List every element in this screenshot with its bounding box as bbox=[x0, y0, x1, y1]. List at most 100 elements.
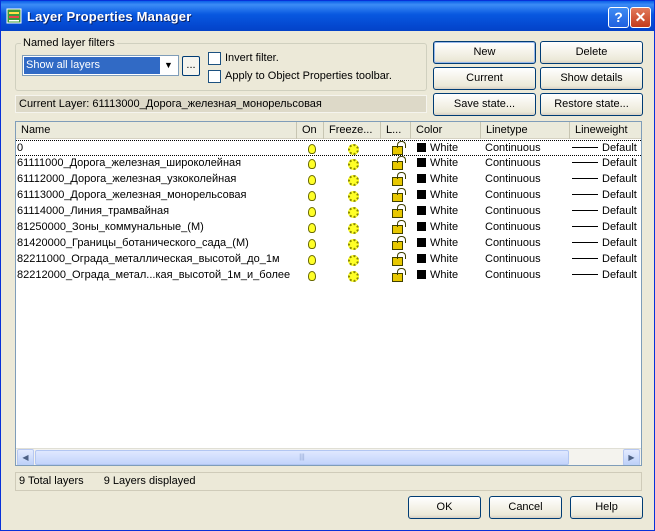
layer-lock-toggle[interactable] bbox=[391, 172, 409, 188]
current-button[interactable]: Current bbox=[433, 67, 536, 90]
layer-lineweight[interactable]: Default bbox=[571, 268, 641, 284]
layer-color[interactable]: White bbox=[416, 220, 482, 236]
help-title-button[interactable]: ? bbox=[608, 7, 629, 28]
layer-freeze-toggle[interactable] bbox=[347, 220, 365, 236]
table-row[interactable]: 0 White Continuous Default bbox=[16, 140, 641, 157]
layer-freeze-toggle[interactable] bbox=[347, 204, 365, 220]
layer-on-toggle[interactable] bbox=[307, 156, 321, 172]
table-row[interactable]: 61113000_Дорога_железная_монорельсовая Wh… bbox=[16, 188, 641, 204]
layer-linetype[interactable]: Continuous bbox=[484, 172, 570, 188]
layer-on-toggle[interactable] bbox=[307, 268, 321, 284]
layer-lineweight[interactable]: Default bbox=[571, 141, 641, 157]
layer-freeze-toggle[interactable] bbox=[347, 252, 365, 268]
layer-freeze-toggle[interactable] bbox=[347, 188, 365, 204]
layer-lock-toggle[interactable] bbox=[391, 268, 409, 284]
table-row[interactable]: 81250000_Зоны_коммунальные_(M) White Conti… bbox=[16, 220, 641, 236]
layer-lock-toggle[interactable] bbox=[391, 220, 409, 236]
layer-color[interactable]: White bbox=[416, 268, 482, 284]
ok-button[interactable]: OK bbox=[408, 496, 481, 519]
layer-linetype[interactable]: Continuous bbox=[484, 188, 570, 204]
layer-color[interactable]: White bbox=[416, 172, 482, 188]
layer-list[interactable]: Name On Freeze... L... Color Linetype Li… bbox=[15, 121, 642, 466]
layer-color-name: White bbox=[430, 237, 459, 249]
column-header-on[interactable]: On bbox=[297, 122, 324, 139]
layer-freeze-toggle[interactable] bbox=[347, 141, 365, 157]
layer-lineweight[interactable]: Default bbox=[571, 236, 641, 252]
column-header-lock[interactable]: L... bbox=[381, 122, 411, 139]
layer-lock-toggle[interactable] bbox=[391, 204, 409, 220]
layer-lineweight[interactable]: Default bbox=[571, 156, 641, 172]
save-state-button[interactable]: Save state... bbox=[433, 93, 536, 116]
column-header-lineweight[interactable]: Lineweight bbox=[570, 122, 641, 139]
table-row[interactable]: 61111000_Дорога_железная_широколейная Whi… bbox=[16, 156, 641, 172]
layer-linetype[interactable]: Continuous bbox=[484, 156, 570, 172]
layer-lineweight[interactable]: Default bbox=[571, 188, 641, 204]
layer-linetype[interactable]: Continuous bbox=[484, 141, 570, 157]
layer-on-toggle[interactable] bbox=[307, 252, 321, 268]
table-row[interactable]: 81420000_Границы_ботанического_сада_(M) W… bbox=[16, 236, 641, 252]
layer-color[interactable]: White bbox=[416, 188, 482, 204]
layer-linetype[interactable]: Continuous bbox=[484, 252, 570, 268]
layer-color[interactable]: White bbox=[416, 252, 482, 268]
delete-button[interactable]: Delete bbox=[540, 41, 643, 64]
layer-lineweight[interactable]: Default bbox=[571, 220, 641, 236]
column-header-freeze[interactable]: Freeze... bbox=[324, 122, 381, 139]
column-header-linetype[interactable]: Linetype bbox=[481, 122, 570, 139]
layer-name: 81420000_Границы_ботанического_сада_(M) bbox=[17, 237, 249, 249]
column-header-name[interactable]: Name bbox=[16, 122, 297, 139]
column-header-color[interactable]: Color bbox=[411, 122, 481, 139]
layer-on-toggle[interactable] bbox=[307, 204, 321, 220]
layer-color[interactable]: White bbox=[416, 141, 482, 157]
table-row[interactable]: 61112000_Дорога_железная_узкоколейная Whi… bbox=[16, 172, 641, 188]
new-button[interactable]: New bbox=[433, 41, 536, 64]
horizontal-scrollbar[interactable]: ◀ ||| ▶ bbox=[16, 448, 641, 465]
chevron-down-icon[interactable]: ▼ bbox=[160, 57, 177, 74]
status-bar: 9 Total layers 9 Layers displayed bbox=[15, 472, 642, 491]
layer-lock-toggle[interactable] bbox=[391, 236, 409, 252]
restore-state-button[interactable]: Restore state... bbox=[540, 93, 643, 116]
close-button[interactable]: ✕ bbox=[630, 7, 651, 28]
color-swatch bbox=[417, 270, 426, 279]
scroll-thumb[interactable]: ||| bbox=[35, 450, 569, 465]
table-row[interactable]: 61114000_Линия_трамвайная White Continuous… bbox=[16, 204, 641, 220]
layer-freeze-toggle[interactable] bbox=[347, 236, 365, 252]
layer-linetype[interactable]: Continuous bbox=[484, 204, 570, 220]
filter-browse-button[interactable]: ... bbox=[182, 56, 200, 76]
layer-on-toggle[interactable] bbox=[307, 188, 321, 204]
layer-freeze-toggle[interactable] bbox=[347, 268, 365, 284]
layer-freeze-toggle[interactable] bbox=[347, 156, 365, 172]
layer-color[interactable]: White bbox=[416, 156, 482, 172]
sun-icon bbox=[348, 144, 359, 155]
layer-lineweight-value: Default bbox=[602, 205, 637, 217]
sun-icon bbox=[348, 207, 359, 218]
layer-on-toggle[interactable] bbox=[307, 141, 321, 157]
apply-to-toolbar-checkbox[interactable] bbox=[208, 70, 221, 83]
layer-freeze-toggle[interactable] bbox=[347, 172, 365, 188]
table-row[interactable]: 82212000_Ограда_метал...кая_высотой_1м_и… bbox=[16, 268, 641, 284]
layer-lock-toggle[interactable] bbox=[391, 188, 409, 204]
layer-on-toggle[interactable] bbox=[307, 172, 321, 188]
layer-lock-toggle[interactable] bbox=[391, 141, 409, 157]
color-swatch bbox=[417, 174, 426, 183]
invert-filter-checkbox[interactable] bbox=[208, 52, 221, 65]
layer-linetype[interactable]: Continuous bbox=[484, 268, 570, 284]
title-bar[interactable]: Layer Properties Manager ? ✕ bbox=[1, 1, 654, 31]
layer-lineweight[interactable]: Default bbox=[571, 172, 641, 188]
layer-lock-toggle[interactable] bbox=[391, 156, 409, 172]
help-button[interactable]: Help bbox=[570, 496, 643, 519]
scroll-right-icon[interactable]: ▶ bbox=[623, 449, 640, 465]
layer-linetype[interactable]: Continuous bbox=[484, 236, 570, 252]
layer-color[interactable]: White bbox=[416, 236, 482, 252]
layer-lock-toggle[interactable] bbox=[391, 252, 409, 268]
show-details-button[interactable]: Show details bbox=[540, 67, 643, 90]
layer-color[interactable]: White bbox=[416, 204, 482, 220]
layer-linetype[interactable]: Continuous bbox=[484, 220, 570, 236]
table-row[interactable]: 82211000_Ограда_металлическая_высотой_до… bbox=[16, 252, 641, 268]
layer-lineweight[interactable]: Default bbox=[571, 204, 641, 220]
cancel-button[interactable]: Cancel bbox=[489, 496, 562, 519]
layer-on-toggle[interactable] bbox=[307, 220, 321, 236]
layer-on-toggle[interactable] bbox=[307, 236, 321, 252]
filter-select[interactable]: Show all layers ▼ bbox=[22, 55, 179, 76]
layer-lineweight[interactable]: Default bbox=[571, 252, 641, 268]
scroll-left-icon[interactable]: ◀ bbox=[17, 449, 34, 465]
